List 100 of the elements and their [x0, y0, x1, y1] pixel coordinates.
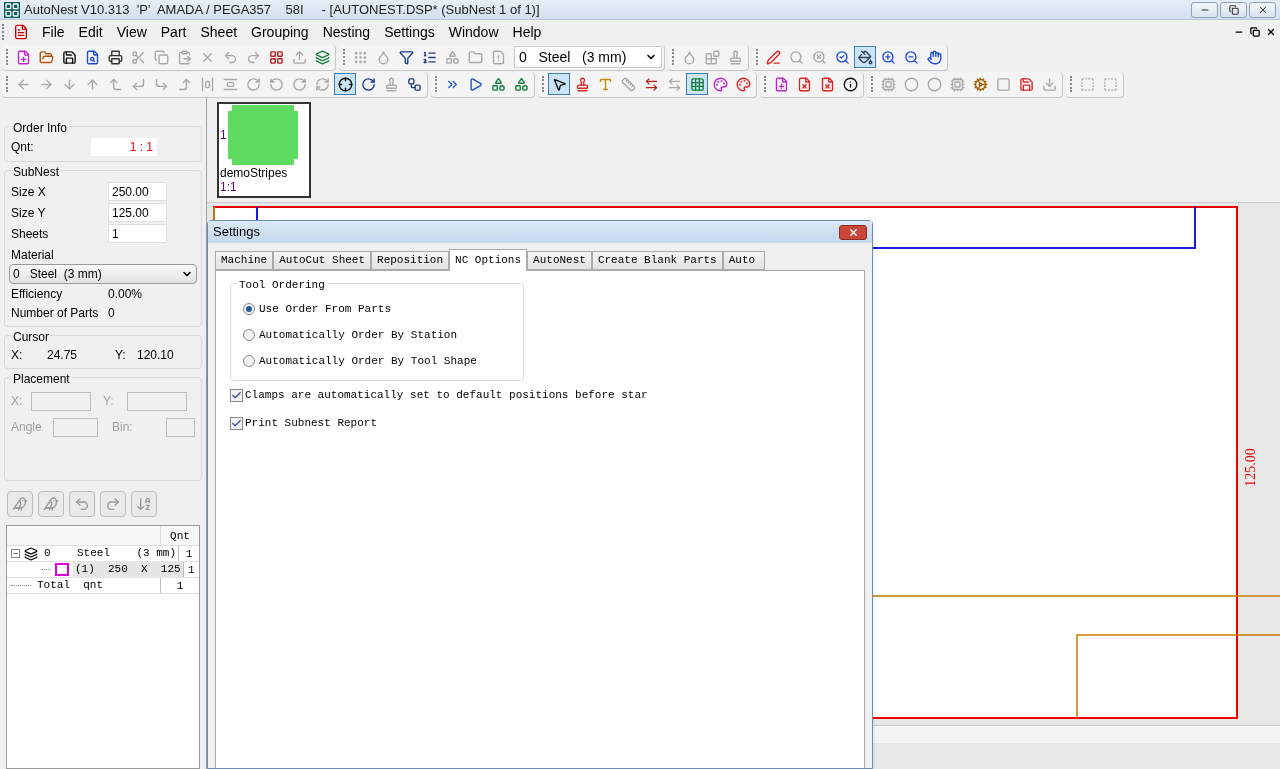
checkbox-label: Print Subnest Report — [245, 415, 378, 431]
restore-icon — [1228, 4, 1239, 15]
minus-icon — [12, 550, 19, 557]
dialog-tab[interactable]: AutoCut Sheet — [273, 251, 372, 270]
collapse-toggle[interactable] — [11, 549, 20, 558]
corner-arrow-icon — [176, 76, 192, 92]
check-icon — [231, 417, 242, 429]
pointer-button[interactable] — [548, 73, 570, 95]
checkbox-label: Clamps are automatically set to default positions before star — [245, 387, 648, 403]
corner-arrow-icon — [153, 76, 169, 92]
menu-item[interactable]: File — [35, 21, 72, 43]
close-button[interactable] — [1249, 1, 1276, 18]
circle-icon — [903, 76, 919, 92]
bird-icon — [43, 496, 59, 512]
toolbar-grip — [435, 76, 438, 92]
move-right-button[interactable] — [100, 491, 126, 517]
align-horizontal-icon — [199, 76, 215, 92]
qnt-value: 1 : 1 — [91, 138, 157, 156]
menu-item[interactable]: Settings — [377, 21, 442, 43]
qnt-cell-text: 1 — [187, 563, 196, 577]
nodes-icon — [406, 76, 422, 92]
number-field[interactable]: 125.00 — [108, 203, 167, 222]
part-count: 1 — [220, 128, 228, 142]
arrow-down-icon — [61, 76, 77, 92]
rotate-right-icon — [291, 76, 307, 92]
menu-item[interactable]: View — [109, 21, 154, 43]
close-button[interactable] — [839, 224, 867, 240]
shapes-icon — [490, 76, 506, 92]
check-icon — [231, 389, 242, 401]
menu-item[interactable]: Help — [505, 21, 549, 43]
restore-icon[interactable] — [1250, 27, 1260, 37]
palette-icon — [735, 76, 751, 92]
dialog-tab[interactable]: Auto — [722, 251, 765, 270]
tree-item[interactable]: 0 Steel (3 mm) — [42, 545, 179, 562]
radio-button[interactable] — [243, 329, 255, 341]
file-warning-icon — [490, 49, 506, 65]
dialog-tab[interactable]: Reposition — [371, 251, 450, 270]
sort-icon — [136, 496, 152, 512]
text-icon — [597, 76, 613, 92]
zoom-fit-icon — [834, 49, 850, 65]
radio-button[interactable] — [243, 355, 255, 367]
stat-label: Number of Parts — [11, 305, 100, 322]
close-icon — [847, 226, 859, 238]
minimize-button[interactable] — [1191, 1, 1218, 18]
material-dropdown[interactable]: 0 Steel (3 mm) — [514, 46, 662, 68]
pan-hand-icon — [926, 49, 942, 65]
info-icon — [842, 76, 858, 92]
dialog-tab[interactable]: NC Options — [449, 249, 528, 271]
material-select[interactable]: 0 Steel (3 mm) — [9, 264, 197, 284]
number-field[interactable]: 1 — [108, 224, 167, 243]
download-icon — [1041, 76, 1057, 92]
fill-icon — [857, 49, 873, 65]
bird-button[interactable] — [38, 491, 64, 517]
blocks-icon — [704, 49, 720, 65]
menu-item[interactable]: Nesting — [315, 21, 378, 43]
dialog-tab[interactable]: AutoNest — [527, 251, 592, 270]
close-icon[interactable] — [1266, 27, 1276, 37]
stamp-icon — [383, 76, 399, 92]
move-left-button[interactable] — [69, 491, 95, 517]
undo-icon — [222, 49, 238, 65]
rotate-icon — [245, 76, 261, 92]
menu-item[interactable]: Sheet — [193, 21, 245, 43]
bird-icon — [12, 496, 28, 512]
box-select-icon — [1102, 76, 1118, 92]
menu-item[interactable]: Part — [153, 21, 194, 43]
stat-label: Efficiency — [11, 286, 64, 303]
radio-label: Automatically Order By Station — [259, 327, 458, 343]
stamp-icon — [574, 76, 590, 92]
dialog-tab[interactable]: Machine — [215, 251, 274, 270]
bird-button[interactable] — [7, 491, 33, 517]
checkbox[interactable] — [230, 416, 243, 430]
part-name: demoStripes — [220, 166, 289, 180]
restore-button[interactable] — [1220, 1, 1247, 18]
corner-arrow-icon — [107, 76, 123, 92]
part-swatch-icon — [55, 563, 69, 576]
part-thumbnail[interactable]: 1 demoStripes 1:1 — [217, 102, 311, 198]
part-ratio: 1:1 — [220, 180, 238, 194]
zoom-out-icon — [903, 49, 919, 65]
tree-item[interactable]: Total qnt — [35, 577, 105, 594]
stamp-icon — [727, 49, 743, 65]
funnel-icon — [398, 49, 414, 65]
dialog-tab[interactable]: Create Blank Parts — [591, 251, 723, 270]
grid-button[interactable] — [686, 73, 708, 95]
sort-button[interactable] — [131, 491, 157, 517]
radio-button[interactable] — [243, 303, 255, 315]
tree-item[interactable]: (1) 250 X 125 — [73, 561, 183, 578]
checkbox[interactable] — [230, 388, 243, 402]
menu-item[interactable]: Grouping — [244, 21, 316, 43]
toolbar-grip — [542, 76, 545, 92]
stat-value: 0.00% — [108, 286, 143, 303]
box-select-icon — [1079, 76, 1095, 92]
preview-icon — [84, 49, 100, 65]
app-icon — [4, 1, 20, 18]
field-label: Size Y — [11, 204, 47, 222]
menu-item[interactable]: Edit — [71, 21, 110, 43]
chip-icon — [880, 76, 896, 92]
stat-value: 0 — [108, 305, 115, 322]
fill-button[interactable] — [854, 46, 876, 68]
number-field[interactable]: 250.00 — [108, 182, 167, 201]
menu-item[interactable]: Window — [441, 21, 506, 43]
